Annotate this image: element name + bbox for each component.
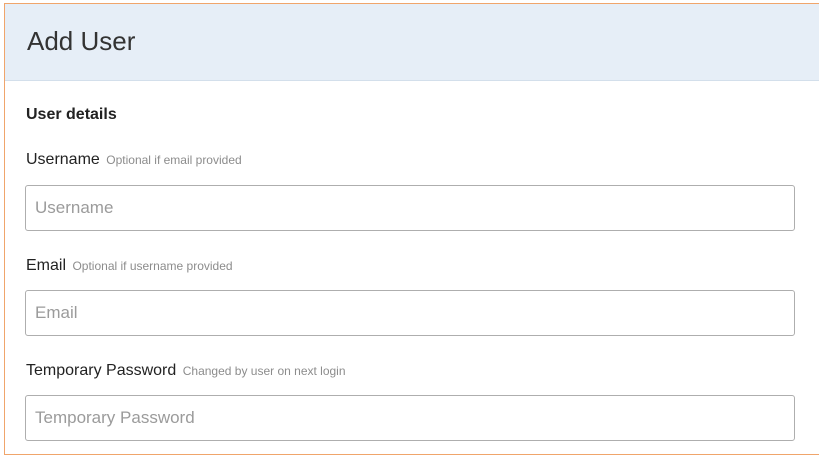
temp-password-input[interactable]	[25, 395, 795, 441]
username-label: Username	[26, 151, 100, 168]
email-input[interactable]	[25, 290, 795, 336]
panel-header: Add User	[5, 4, 819, 81]
temp-password-hint: Changed by user on next login	[182, 364, 346, 378]
username-label-row: Username Optional if email provided	[26, 150, 242, 170]
temp-password-label: Temporary Password	[26, 362, 177, 379]
email-label: Email	[26, 257, 67, 274]
temp-password-label-row: Temporary Password Changed by user on ne…	[26, 361, 346, 381]
username-input[interactable]	[25, 185, 795, 231]
section-heading: User details	[26, 106, 117, 123]
page-title: Add User	[27, 25, 136, 56]
username-hint: Optional if email provided	[106, 153, 242, 167]
email-label-row: Email Optional if username provided	[26, 256, 233, 276]
add-user-panel: Add User User details Username Optional …	[4, 3, 819, 455]
email-hint: Optional if username provided	[72, 259, 233, 273]
